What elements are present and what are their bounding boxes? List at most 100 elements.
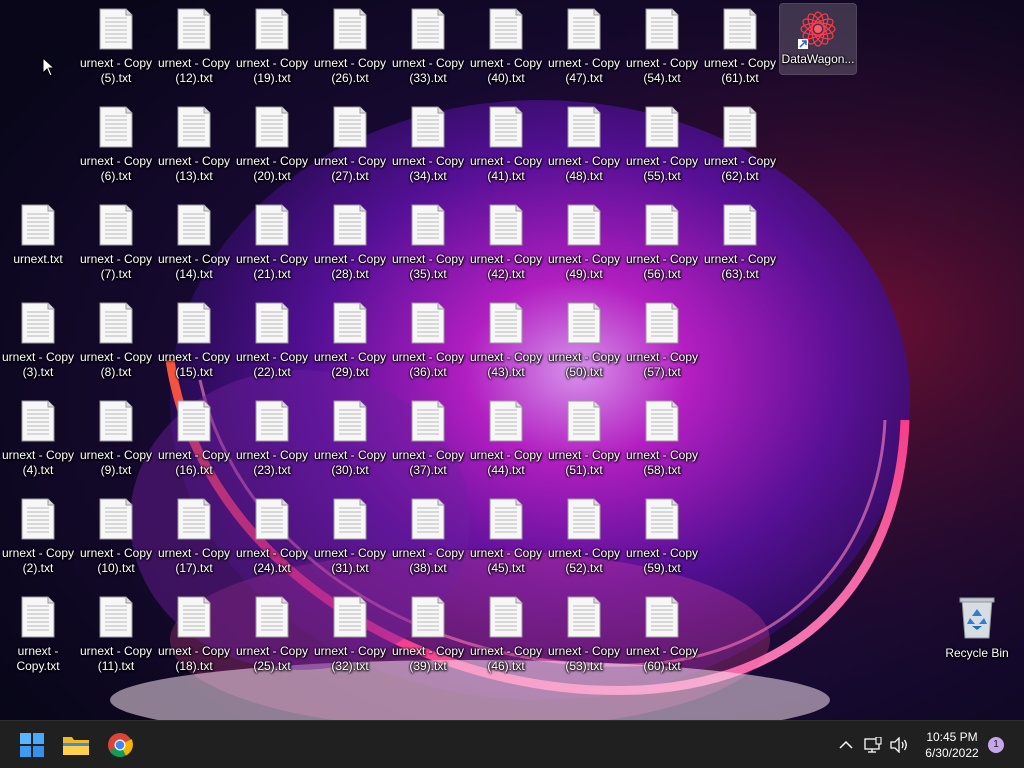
chrome-button[interactable] bbox=[102, 727, 138, 763]
desktop-file-icon[interactable]: urnext - Copy (5).txt bbox=[78, 0, 154, 92]
file-name-label: urnext - Copy (49).txt bbox=[547, 252, 621, 281]
desktop-file-icon[interactable]: urnext - Copy (45).txt bbox=[468, 490, 544, 582]
desktop-file-icon[interactable]: urnext - Copy (3).txt bbox=[0, 294, 76, 386]
desktop-file-icon[interactable]: urnext - Copy (39).txt bbox=[390, 588, 466, 680]
desktop-file-icon[interactable]: urnext - Copy (37).txt bbox=[390, 392, 466, 484]
text-file-icon bbox=[177, 302, 211, 344]
desktop-file-icon[interactable]: urnext - Copy (60).txt bbox=[624, 588, 700, 680]
desktop-file-icon[interactable]: urnext - Copy (6).txt bbox=[78, 98, 154, 190]
file-name-label: urnext - Copy (37).txt bbox=[391, 448, 465, 477]
desktop-file-icon[interactable]: urnext - Copy (47).txt bbox=[546, 0, 622, 92]
desktop-file-icon[interactable]: urnext - Copy (26).txt bbox=[312, 0, 388, 92]
text-file-icon bbox=[255, 8, 289, 50]
desktop-file-icon[interactable]: urnext - Copy (41).txt bbox=[468, 98, 544, 190]
desktop-file-icon[interactable]: urnext - Copy (49).txt bbox=[546, 196, 622, 288]
text-file-icon bbox=[21, 498, 55, 540]
desktop-file-icon[interactable]: urnext - Copy (50).txt bbox=[546, 294, 622, 386]
file-name-label: urnext - Copy (11).txt bbox=[79, 644, 153, 673]
desktop-file-icon[interactable]: urnext - Copy (8).txt bbox=[78, 294, 154, 386]
desktop-file-icon[interactable]: urnext - Copy (11).txt bbox=[78, 588, 154, 680]
desktop-file-icon[interactable]: urnext - Copy (33).txt bbox=[390, 0, 466, 92]
desktop-file-icon[interactable]: urnext - Copy (44).txt bbox=[468, 392, 544, 484]
desktop-file-icon[interactable]: urnext - Copy (42).txt bbox=[468, 196, 544, 288]
desktop-file-icon[interactable]: urnext - Copy (43).txt bbox=[468, 294, 544, 386]
file-name-label: urnext - Copy (43).txt bbox=[469, 350, 543, 379]
network-button[interactable] bbox=[862, 734, 884, 756]
volume-button[interactable] bbox=[888, 734, 910, 756]
clock-time: 10:45 PM bbox=[926, 730, 978, 744]
desktop-file-icon[interactable]: urnext - Copy (9).txt bbox=[78, 392, 154, 484]
desktop-file-icon[interactable]: urnext - Copy (34).txt bbox=[390, 98, 466, 190]
desktop-file-icon[interactable]: urnext - Copy (20).txt bbox=[234, 98, 310, 190]
desktop-file-icon[interactable]: urnext - Copy (18).txt bbox=[156, 588, 232, 680]
desktop-file-icon[interactable]: urnext - Copy (4).txt bbox=[0, 392, 76, 484]
desktop[interactable]: urnext - Copy (5).txt urnext - Copy (12).… bbox=[0, 0, 1024, 720]
desktop-file-icon[interactable]: urnext - Copy (52).txt bbox=[546, 490, 622, 582]
file-name-label: urnext - Copy (36).txt bbox=[391, 350, 465, 379]
desktop-file-icon[interactable]: urnext.txt bbox=[0, 196, 76, 288]
desktop-file-icon[interactable]: urnext - Copy (61).txt bbox=[702, 0, 778, 92]
desktop-file-icon[interactable]: urnext - Copy (13).txt bbox=[156, 98, 232, 190]
desktop-file-icon[interactable]: urnext - Copy (29).txt bbox=[312, 294, 388, 386]
notification-badge[interactable]: 1 bbox=[988, 737, 1004, 753]
desktop-file-icon[interactable]: urnext - Copy (30).txt bbox=[312, 392, 388, 484]
desktop-file-icon[interactable]: urnext - Copy (7).txt bbox=[78, 196, 154, 288]
desktop-file-icon[interactable]: urnext - Copy (25).txt bbox=[234, 588, 310, 680]
desktop-file-icon[interactable]: urnext - Copy.txt bbox=[0, 588, 76, 680]
desktop-file-icon[interactable]: urnext - Copy (14).txt bbox=[156, 196, 232, 288]
desktop-file-icon[interactable]: urnext - Copy (59).txt bbox=[624, 490, 700, 582]
desktop-file-icon[interactable]: urnext - Copy (16).txt bbox=[156, 392, 232, 484]
desktop-file-icon[interactable]: urnext - Copy (19).txt bbox=[234, 0, 310, 92]
mouse-pointer-icon bbox=[42, 57, 56, 77]
desktop-file-icon[interactable]: urnext - Copy (36).txt bbox=[390, 294, 466, 386]
desktop-file-icon[interactable]: urnext - Copy (23).txt bbox=[234, 392, 310, 484]
network-icon bbox=[864, 737, 882, 753]
text-file-icon bbox=[333, 498, 367, 540]
show-hidden-icons-button[interactable] bbox=[836, 734, 856, 756]
desktop-file-icon[interactable]: urnext - Copy (21).txt bbox=[234, 196, 310, 288]
file-name-label: urnext - Copy (6).txt bbox=[79, 154, 153, 183]
file-name-label: urnext - Copy (27).txt bbox=[313, 154, 387, 183]
text-file-icon bbox=[99, 204, 133, 246]
desktop-file-icon[interactable]: urnext - Copy (17).txt bbox=[156, 490, 232, 582]
text-file-icon bbox=[567, 106, 601, 148]
desktop-file-icon[interactable]: urnext - Copy (38).txt bbox=[390, 490, 466, 582]
file-name-label: urnext - Copy (2).txt bbox=[1, 546, 75, 575]
desktop-file-icon[interactable]: urnext - Copy (63).txt bbox=[702, 196, 778, 288]
text-file-icon bbox=[489, 8, 523, 50]
desktop-file-icon[interactable]: urnext - Copy (62).txt bbox=[702, 98, 778, 190]
desktop-file-icon[interactable]: urnext - Copy (57).txt bbox=[624, 294, 700, 386]
desktop-file-icon[interactable]: urnext - Copy (56).txt bbox=[624, 196, 700, 288]
text-file-icon bbox=[255, 302, 289, 344]
text-file-icon bbox=[177, 498, 211, 540]
desktop-file-icon[interactable]: urnext - Copy (22).txt bbox=[234, 294, 310, 386]
file-explorer-button[interactable] bbox=[58, 727, 94, 763]
desktop-file-icon[interactable]: urnext - Copy (28).txt bbox=[312, 196, 388, 288]
desktop-file-icon[interactable]: urnext - Copy (15).txt bbox=[156, 294, 232, 386]
clock[interactable]: 10:45 PM 6/30/2022 bbox=[914, 729, 990, 761]
datawagon-shortcut[interactable]: DataWagon... bbox=[779, 3, 857, 75]
desktop-file-icon[interactable]: urnext - Copy (53).txt bbox=[546, 588, 622, 680]
desktop-file-icon[interactable]: urnext - Copy (46).txt bbox=[468, 588, 544, 680]
desktop-file-icon[interactable]: urnext - Copy (54).txt bbox=[624, 0, 700, 92]
text-file-icon bbox=[567, 400, 601, 442]
file-name-label: urnext - Copy (21).txt bbox=[235, 252, 309, 281]
desktop-file-icon[interactable]: urnext - Copy (55).txt bbox=[624, 98, 700, 190]
desktop-file-icon[interactable]: urnext - Copy (27).txt bbox=[312, 98, 388, 190]
desktop-file-icon[interactable]: urnext - Copy (32).txt bbox=[312, 588, 388, 680]
desktop-file-icon[interactable]: urnext - Copy (48).txt bbox=[546, 98, 622, 190]
desktop-file-icon[interactable]: urnext - Copy (24).txt bbox=[234, 490, 310, 582]
text-file-icon bbox=[255, 106, 289, 148]
file-name-label: urnext - Copy (42).txt bbox=[469, 252, 543, 281]
desktop-file-icon[interactable]: urnext - Copy (31).txt bbox=[312, 490, 388, 582]
desktop-file-icon[interactable]: urnext - Copy (2).txt bbox=[0, 490, 76, 582]
desktop-file-icon[interactable]: urnext - Copy (12).txt bbox=[156, 0, 232, 92]
file-name-label: urnext - Copy (13).txt bbox=[157, 154, 231, 183]
desktop-file-icon[interactable]: urnext - Copy (35).txt bbox=[390, 196, 466, 288]
start-button[interactable] bbox=[14, 727, 50, 763]
recycle-bin[interactable]: Recycle Bin bbox=[937, 592, 1017, 684]
desktop-file-icon[interactable]: urnext - Copy (10).txt bbox=[78, 490, 154, 582]
desktop-file-icon[interactable]: urnext - Copy (58).txt bbox=[624, 392, 700, 484]
desktop-file-icon[interactable]: urnext - Copy (40).txt bbox=[468, 0, 544, 92]
desktop-file-icon[interactable]: urnext - Copy (51).txt bbox=[546, 392, 622, 484]
